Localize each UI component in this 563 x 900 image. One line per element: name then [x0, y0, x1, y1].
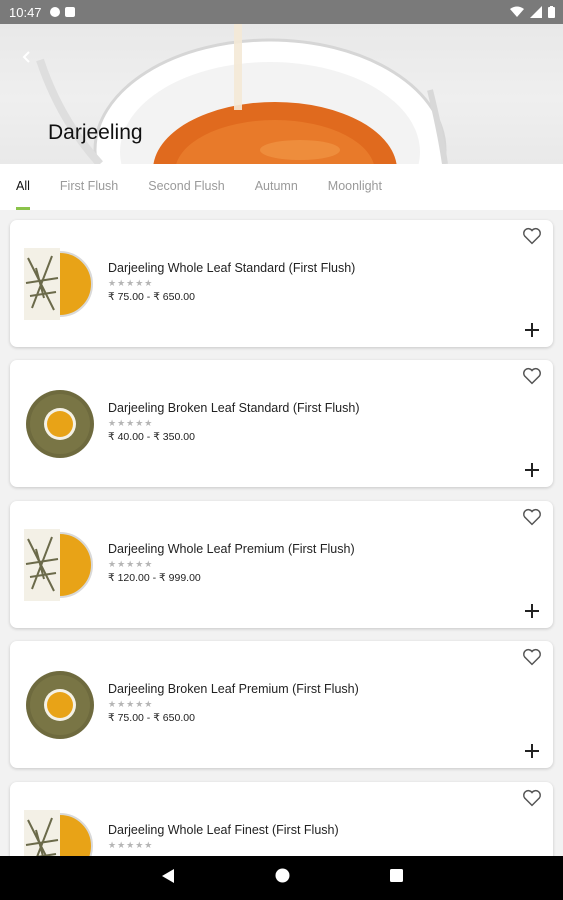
wifi-icon	[510, 6, 524, 17]
battery-icon	[548, 6, 555, 18]
tab-moonlight[interactable]: Moonlight	[328, 164, 382, 210]
tab-autumn[interactable]: Autumn	[255, 164, 298, 210]
product-price: ₹ 75.00 - ₹ 650.00	[108, 712, 195, 724]
product-card[interactable]: Darjeeling Whole Leaf Standard (First Fl…	[10, 220, 553, 347]
rating-stars: ★★★★★	[108, 418, 154, 428]
whole-leaf-tea-image	[24, 810, 93, 856]
status-time: 10:47	[9, 4, 42, 20]
page-title: Darjeeling	[48, 121, 143, 144]
whole-leaf-tea-image	[24, 248, 93, 320]
product-name: Darjeeling Whole Leaf Finest (First Flus…	[108, 823, 339, 837]
product-card[interactable]: Darjeeling Whole Leaf Finest (First Flus…	[10, 782, 553, 856]
sd-card-icon	[64, 7, 75, 17]
signal-icon	[530, 6, 542, 18]
broken-leaf-tea-image	[26, 390, 94, 458]
add-icon[interactable]	[524, 603, 540, 619]
tab-second-flush[interactable]: Second Flush	[148, 164, 224, 210]
favorite-heart-icon[interactable]	[521, 787, 543, 809]
nav-home-button[interactable]	[275, 868, 290, 888]
product-price: ₹ 40.00 - ₹ 350.00	[108, 431, 195, 443]
square-recents-icon	[389, 869, 403, 882]
rating-stars: ★★★★★	[108, 559, 154, 569]
rating-stars: ★★★★★	[108, 840, 154, 850]
product-name: Darjeeling Broken Leaf Standard (First F…	[108, 401, 360, 415]
favorite-heart-icon[interactable]	[521, 646, 543, 668]
favorite-heart-icon[interactable]	[521, 365, 543, 387]
circle-home-icon	[275, 868, 289, 883]
product-card[interactable]: Darjeeling Broken Leaf Standard (First F…	[10, 360, 553, 487]
product-name: Darjeeling Whole Leaf Standard (First Fl…	[108, 261, 356, 275]
notification-icon	[49, 7, 60, 17]
triangle-back-icon	[161, 868, 174, 883]
status-bar: 10:47	[0, 0, 563, 24]
rating-stars: ★★★★★	[108, 699, 154, 709]
product-list[interactable]: Darjeeling Whole Leaf Standard (First Fl…	[0, 210, 563, 856]
product-name: Darjeeling Whole Leaf Premium (First Flu…	[108, 542, 355, 556]
add-icon[interactable]	[524, 743, 540, 759]
system-navigation-bar	[0, 856, 563, 900]
favorite-heart-icon[interactable]	[521, 225, 543, 247]
product-price: ₹ 120.00 - ₹ 999.00	[108, 572, 201, 584]
add-icon[interactable]	[524, 462, 540, 478]
rating-stars: ★★★★★	[108, 278, 154, 288]
favorite-heart-icon[interactable]	[521, 506, 543, 528]
product-card[interactable]: Darjeeling Whole Leaf Premium (First Flu…	[10, 501, 553, 628]
product-card[interactable]: Darjeeling Broken Leaf Premium (First Fl…	[10, 641, 553, 768]
nav-recents-button[interactable]	[389, 869, 403, 887]
whole-leaf-tea-image	[24, 529, 93, 601]
product-name: Darjeeling Broken Leaf Premium (First Fl…	[108, 682, 359, 696]
tab-first-flush[interactable]: First Flush	[60, 164, 118, 210]
broken-leaf-tea-image	[26, 671, 94, 739]
tab-all[interactable]: All	[16, 164, 30, 210]
product-price: ₹ 75.00 - ₹ 650.00	[108, 291, 195, 303]
category-tabs: All First Flush Second Flush Autumn Moon…	[0, 164, 563, 210]
back-button[interactable]	[14, 44, 40, 70]
add-icon[interactable]	[524, 322, 540, 338]
chevron-left-icon	[22, 51, 30, 63]
nav-back-button[interactable]	[161, 868, 175, 889]
